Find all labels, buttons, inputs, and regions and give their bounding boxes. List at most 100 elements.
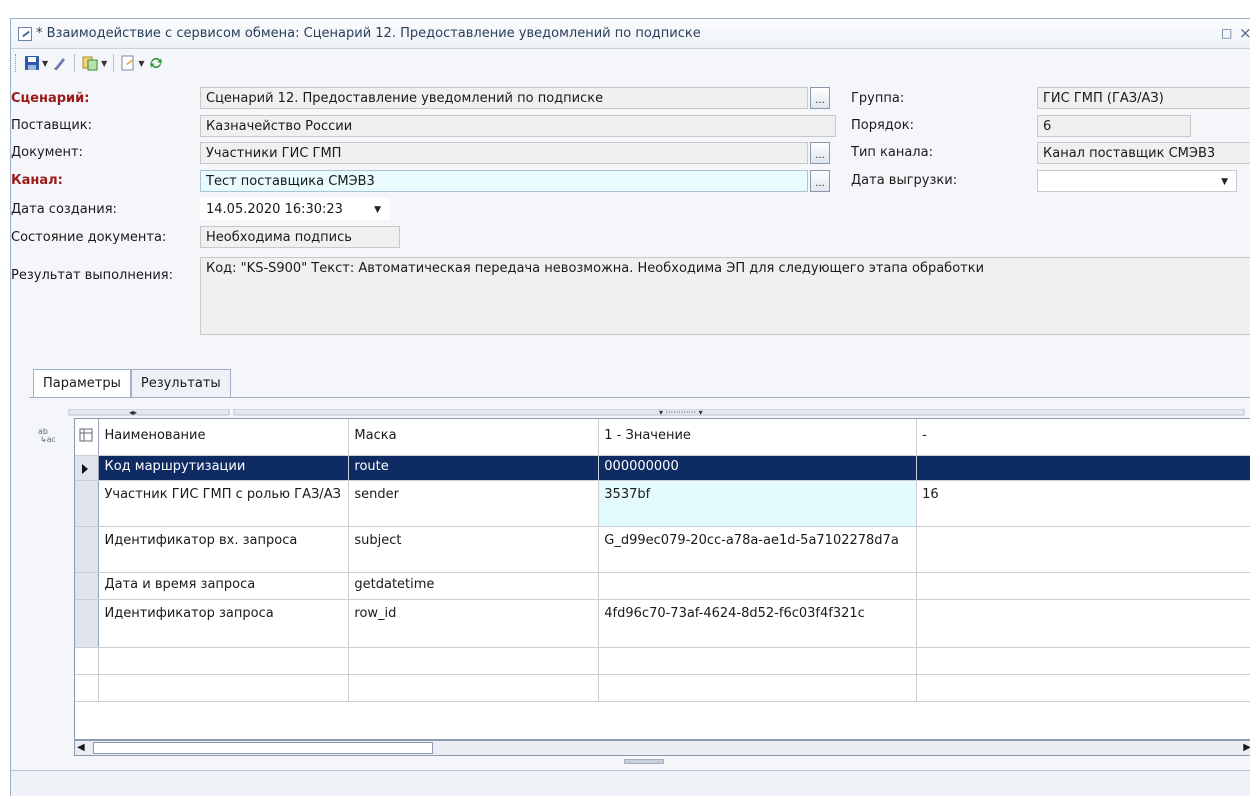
- scrollbar-thumb[interactable]: [93, 742, 433, 754]
- empty-cell: [598, 674, 918, 702]
- close-button[interactable]: ×: [1239, 24, 1250, 42]
- document-label: Документ:: [11, 145, 83, 160]
- empty-cell: [598, 647, 918, 675]
- save-button[interactable]: ▼: [22, 52, 50, 74]
- cell-mask[interactable]: subject: [348, 526, 600, 573]
- column-header-name[interactable]: Наименование: [98, 419, 350, 456]
- save-icon: [25, 56, 39, 70]
- horizontal-scrollbar[interactable]: ◀ ▶: [74, 740, 1250, 756]
- row-selector[interactable]: [75, 572, 100, 600]
- cell-extra[interactable]: [916, 526, 1250, 573]
- channel-type-label: Тип канала:: [851, 145, 933, 160]
- cell-value[interactable]: [598, 572, 918, 600]
- toolbar-separator: [113, 54, 115, 72]
- refresh-button[interactable]: [146, 52, 166, 74]
- table-header-row: Наименование Маска 1 - Значение -: [75, 419, 1250, 456]
- created-date-value: 14.05.2020 16:30:23: [206, 202, 343, 217]
- window-title: * Взаимодействие с сервисом обмена: Сцен…: [36, 26, 701, 41]
- channel-field[interactable]: Тест поставщика СМЭВ3: [200, 170, 808, 192]
- tab-panel: ◂▸ ▾ ············ ▾ ab ↳ac Наименование М…: [29, 397, 1250, 775]
- document-edit-icon: [18, 26, 32, 41]
- row-selector[interactable]: [75, 526, 100, 573]
- cell-name[interactable]: Код маршрутизации: [98, 455, 350, 481]
- document-field[interactable]: Участники ГИС ГМП: [200, 142, 808, 164]
- tab-results[interactable]: Результаты: [130, 369, 231, 397]
- column-chooser-button[interactable]: [75, 419, 100, 456]
- created-date-field[interactable]: 14.05.2020 16:30:23 ▼: [200, 198, 390, 220]
- empty-cell: [348, 674, 600, 702]
- scroll-right-icon[interactable]: ▶: [1243, 742, 1250, 753]
- title-bar: * Взаимодействие с сервисом обмена: Сцен…: [11, 19, 1250, 49]
- empty-cell: [98, 647, 350, 675]
- table-row[interactable]: Код маршрутизации route 000000000: [75, 455, 1250, 481]
- row-selector[interactable]: [75, 455, 100, 481]
- created-label: Дата создания:: [11, 202, 117, 217]
- column-header-mask[interactable]: Маска: [348, 419, 600, 456]
- chevron-down-icon[interactable]: ▼: [1221, 177, 1228, 187]
- chevron-down-icon: ▼: [101, 58, 108, 68]
- column-header-extra[interactable]: -: [916, 419, 1250, 456]
- empty-cell: [75, 647, 100, 675]
- cell-name[interactable]: Дата и время запроса: [98, 572, 350, 600]
- table-row[interactable]: Дата и время запроса getdatetime: [75, 572, 1250, 600]
- cell-mask[interactable]: sender: [348, 480, 600, 527]
- state-label: Состояние документа:: [11, 230, 167, 245]
- scroll-left-icon[interactable]: ◀: [77, 742, 85, 753]
- cell-mask[interactable]: row_id: [348, 599, 600, 648]
- splitter-grip-icon: ◂▸ ▾ ············ ▾: [68, 408, 1245, 417]
- table-row[interactable]: Идентификатор вх. запроса subject G_d99e…: [75, 526, 1250, 573]
- table-row[interactable]: Идентификатор запроса row_id 4fd96c70-73…: [75, 599, 1250, 648]
- row-pointer-icon: [82, 463, 88, 474]
- panel-resize-handle[interactable]: [624, 759, 664, 764]
- svg-text:▾ ············ ▾: ▾ ············ ▾: [659, 409, 703, 417]
- channel-type-field[interactable]: Канал поставщик СМЭВ3: [1037, 142, 1250, 164]
- cell-extra[interactable]: [916, 572, 1250, 600]
- cell-extra[interactable]: [916, 599, 1250, 648]
- restore-button[interactable]: □: [1221, 26, 1232, 40]
- empty-row: [75, 674, 1250, 702]
- empty-cell: [348, 647, 600, 675]
- cell-name[interactable]: Идентификатор вх. запроса: [98, 526, 350, 573]
- document-button[interactable]: ▼: [118, 52, 146, 74]
- tab-parameters[interactable]: Параметры: [33, 369, 131, 399]
- text-wrap-icon[interactable]: ab ↳ac: [37, 426, 56, 444]
- export-date-field[interactable]: ▼: [1037, 170, 1237, 192]
- row-selector[interactable]: [75, 599, 100, 648]
- toolbar-grip: [15, 54, 18, 72]
- svg-text:↳ac: ↳ac: [40, 435, 55, 444]
- order-label: Порядок:: [851, 118, 914, 133]
- chevron-down-icon[interactable]: ▼: [374, 205, 381, 215]
- document-window: * Взаимодействие с сервисом обмена: Сцен…: [10, 18, 1250, 796]
- tab-strip: Параметры Результаты: [33, 369, 231, 399]
- edit-button[interactable]: [50, 52, 70, 74]
- channel-select-button[interactable]: ...: [810, 170, 830, 192]
- chevron-down-icon: ▼: [138, 58, 145, 68]
- copy-button[interactable]: ▼: [79, 52, 109, 74]
- document-select-button[interactable]: ...: [810, 142, 830, 164]
- channel-label: Канал:: [11, 173, 63, 188]
- cell-mask[interactable]: route: [348, 455, 600, 481]
- column-splitter[interactable]: ◂▸ ▾ ············ ▾: [29, 406, 1250, 417]
- order-field[interactable]: 6: [1037, 115, 1191, 137]
- row-selector[interactable]: [75, 480, 100, 527]
- cell-value[interactable]: 3537bf: [598, 480, 918, 527]
- cell-value[interactable]: 000000000: [598, 455, 918, 481]
- column-chooser-icon: [79, 428, 93, 442]
- supplier-field[interactable]: Казначейство России: [200, 115, 836, 137]
- cell-name[interactable]: Идентификатор запроса: [98, 599, 350, 648]
- cell-value[interactable]: 4fd96c70-73af-4624-8d52-f6c03f4f321c: [598, 599, 918, 648]
- cell-value[interactable]: G_d99ec079-20cc-a78a-ae1d-5a7102278d7a: [598, 526, 918, 573]
- empty-row: [75, 647, 1250, 675]
- parameters-grid: Наименование Маска 1 - Значение - Код ма…: [74, 418, 1250, 740]
- cell-extra[interactable]: 16: [916, 480, 1250, 527]
- cell-name[interactable]: Участник ГИС ГМП с ролью ГАЗ/АЗ: [98, 480, 350, 527]
- scenario-select-button[interactable]: ...: [810, 87, 830, 109]
- column-header-value[interactable]: 1 - Значение: [598, 419, 918, 456]
- group-field[interactable]: ГИС ГМП (ГАЗ/АЗ): [1037, 87, 1250, 109]
- result-field: Код: "KS-S900" Текст: Автоматическая пер…: [200, 257, 1250, 335]
- cell-mask[interactable]: getdatetime: [348, 572, 600, 600]
- scenario-field[interactable]: Сценарий 12. Предоставление уведомлений …: [200, 87, 808, 109]
- table-row[interactable]: Участник ГИС ГМП с ролью ГАЗ/АЗ sender 3…: [75, 480, 1250, 527]
- document-icon: [121, 55, 135, 71]
- cell-extra[interactable]: [916, 455, 1250, 481]
